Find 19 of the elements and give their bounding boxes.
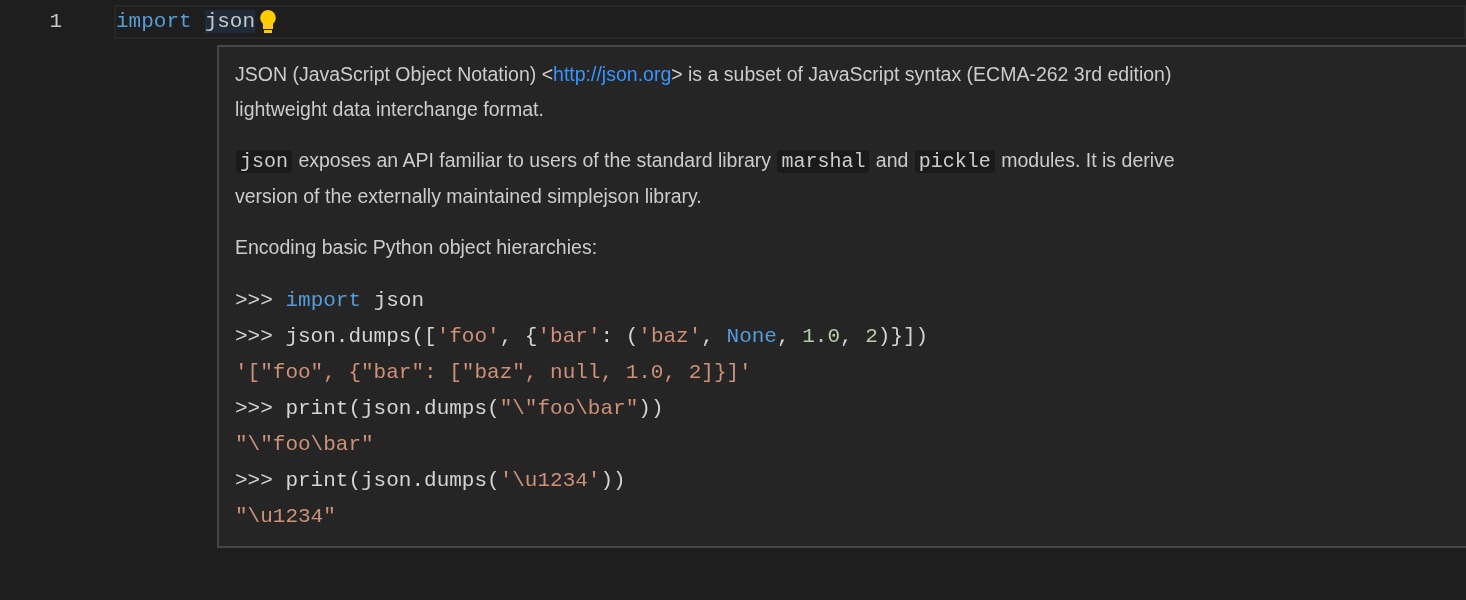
link[interactable]: http://json.org (553, 63, 672, 85)
code-line: >>> print(json.dumps("\"foo\bar")) (235, 396, 664, 422)
code-line: >>> json.dumps(['foo', {'bar': ('baz', None, 1.0, 2)}]) (235, 324, 929, 350)
line-number: 1 (48, 9, 62, 36)
code-line: >>> import json (235, 288, 425, 314)
inline-code: marshal (777, 150, 870, 173)
doc-text: version of the externally maintained simplejson library. (235, 184, 702, 209)
doc-text: Encoding basic Python object hierarchies: (235, 235, 598, 260)
code-line: import json (116, 9, 256, 36)
lightbulb-icon[interactable] (259, 9, 278, 35)
inline-code: pickle (914, 150, 995, 173)
code-line: "\"foo\bar" (235, 432, 374, 458)
doc-text: json exposes an API familiar to users of the standard library marshal and pickle modules. It is derive (235, 143, 1175, 179)
code-line: >>> print(json.dumps('\u1234')) (235, 468, 626, 494)
inline-code: json (236, 150, 292, 173)
code-line: '["foo", {"bar": ["baz", null, 1.0, 2]}]' (235, 360, 752, 386)
doc-text: lightweight data interchange format. (235, 97, 544, 122)
doc-text: JSON (JavaScript Object Notation) <http://json.org> is a subset of JavaScript syntax (ECMA-262 3rd edition) (235, 62, 1172, 87)
code-line: "\u1234" (235, 504, 336, 530)
